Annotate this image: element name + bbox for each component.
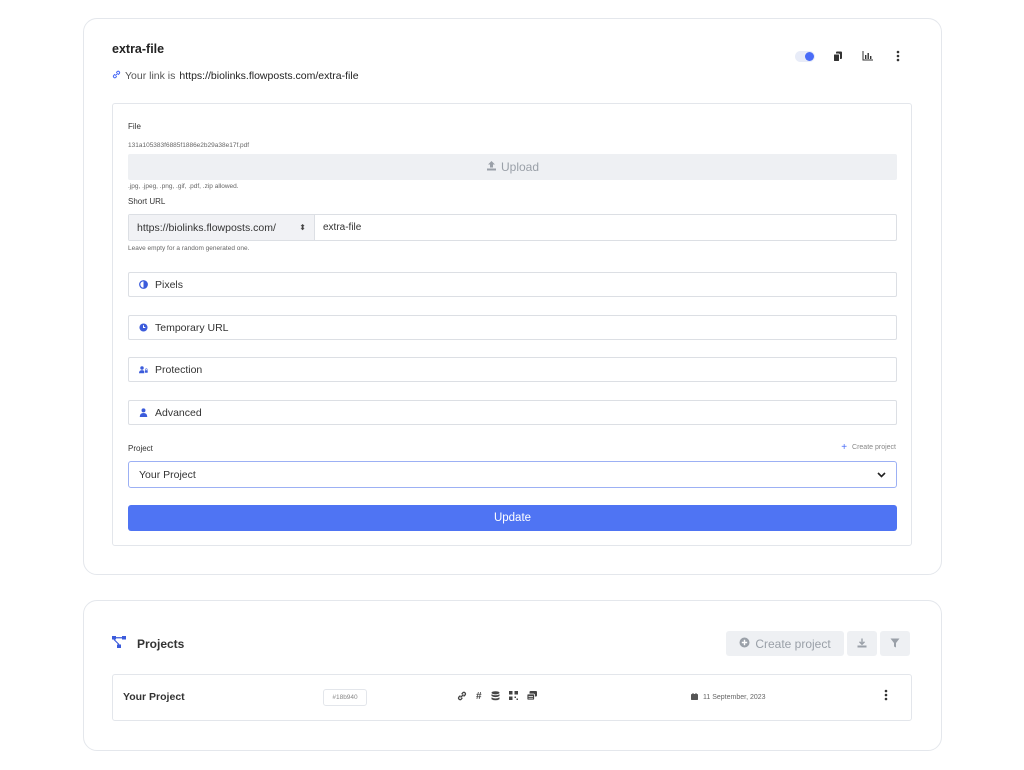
- export-button[interactable]: [847, 631, 877, 656]
- toggle-knob: [805, 51, 814, 61]
- plus-icon: +: [841, 442, 848, 453]
- link-settings-form: File 131a105383f6885f1886e2b29a38e17f.pd…: [112, 103, 912, 546]
- hashtag-icon[interactable]: #: [476, 691, 482, 704]
- pixels-section-toggle[interactable]: Pixels: [128, 272, 897, 297]
- protection-section-toggle[interactable]: Protection: [128, 357, 897, 382]
- link-url-line: Your link is https://biolinks.flowposts.…: [112, 70, 359, 82]
- short-url-group: https://biolinks.flowposts.com/ ⬍ extra-…: [128, 214, 897, 241]
- project-color-badge: #18b940: [323, 689, 367, 706]
- project-diagram-icon: [112, 636, 126, 651]
- short-url-help: Leave empty for a random generated one.: [128, 245, 250, 252]
- copy-icon[interactable]: [831, 49, 845, 63]
- short-url-label: Short URL: [128, 197, 166, 206]
- pages-icon[interactable]: [526, 691, 537, 704]
- user-cog-icon: [139, 408, 148, 417]
- temporary-url-label: Temporary URL: [155, 321, 229, 334]
- link-status-toggle[interactable]: [795, 50, 815, 62]
- upload-label: Upload: [500, 160, 540, 174]
- filter-icon: [890, 637, 900, 651]
- link-title: extra-file: [112, 42, 165, 56]
- link-card: extra-file Your link is https://biolinks…: [83, 18, 942, 575]
- advanced-label: Advanced: [155, 406, 202, 419]
- chevron-down-icon: [877, 469, 886, 481]
- qr-code-icon[interactable]: [508, 691, 518, 704]
- create-project-button[interactable]: Create project: [726, 631, 844, 656]
- domain-value: https://biolinks.flowposts.com/: [137, 221, 276, 234]
- pixels-label: Pixels: [155, 278, 184, 291]
- projects-title: Projects: [137, 636, 185, 651]
- project-select[interactable]: Your Project: [128, 461, 897, 488]
- more-menu-icon[interactable]: [891, 49, 905, 63]
- upload-icon: [486, 160, 497, 174]
- statistics-icon[interactable]: [861, 49, 875, 63]
- user-lock-icon: [139, 365, 148, 374]
- projects-heading: Projects: [112, 636, 184, 651]
- calendar-icon: [691, 693, 698, 702]
- project-date: 11 September, 2023: [691, 693, 766, 702]
- update-button[interactable]: Update: [128, 505, 897, 531]
- advanced-section-toggle[interactable]: Advanced: [128, 400, 897, 425]
- file-label: File: [128, 122, 141, 131]
- projects-actions: Create project: [726, 631, 910, 656]
- create-project-button-label: Create project: [755, 636, 831, 651]
- temporary-url-section-toggle[interactable]: Temporary URL: [128, 315, 897, 340]
- project-more-menu-icon[interactable]: [884, 689, 888, 704]
- slug-input[interactable]: extra-file: [315, 215, 369, 240]
- sort-icon: ⬍: [299, 223, 306, 232]
- projects-card: Projects Create project Your Project #18…: [83, 600, 942, 751]
- create-project-link-label: Create project: [852, 444, 896, 451]
- half-circle-icon: [139, 280, 148, 289]
- protection-label: Protection: [155, 363, 203, 376]
- project-select-value: Your Project: [139, 468, 196, 481]
- create-project-link[interactable]: + Create project: [841, 442, 896, 453]
- project-label: Project: [128, 444, 153, 453]
- link-url-prefix: Your link is: [125, 70, 176, 82]
- clock-icon: [139, 323, 148, 332]
- current-file-name: 131a105383f6885f1886e2b29a38e17f.pdf: [128, 142, 250, 149]
- upload-button[interactable]: Upload: [128, 154, 897, 180]
- plus-circle-icon: [739, 637, 750, 651]
- allowed-file-types: .jpg, .jpeg, .png, .gif, .pdf, .zip allo…: [128, 183, 239, 190]
- link-icon[interactable]: [457, 691, 467, 704]
- download-icon: [857, 637, 867, 651]
- project-link-type-icons: #: [457, 691, 537, 704]
- database-icon[interactable]: [491, 691, 500, 704]
- project-row: Your Project #18b940 # 11 September, 202…: [112, 674, 912, 721]
- filter-button[interactable]: [880, 631, 910, 656]
- link-toolbar: [795, 49, 905, 63]
- link-icon: [112, 70, 121, 82]
- project-date-value: 11 September, 2023: [703, 694, 766, 701]
- link-url-value[interactable]: https://biolinks.flowposts.com/extra-fil…: [179, 70, 358, 82]
- domain-select[interactable]: https://biolinks.flowposts.com/ ⬍: [129, 215, 315, 240]
- project-name[interactable]: Your Project: [123, 691, 185, 703]
